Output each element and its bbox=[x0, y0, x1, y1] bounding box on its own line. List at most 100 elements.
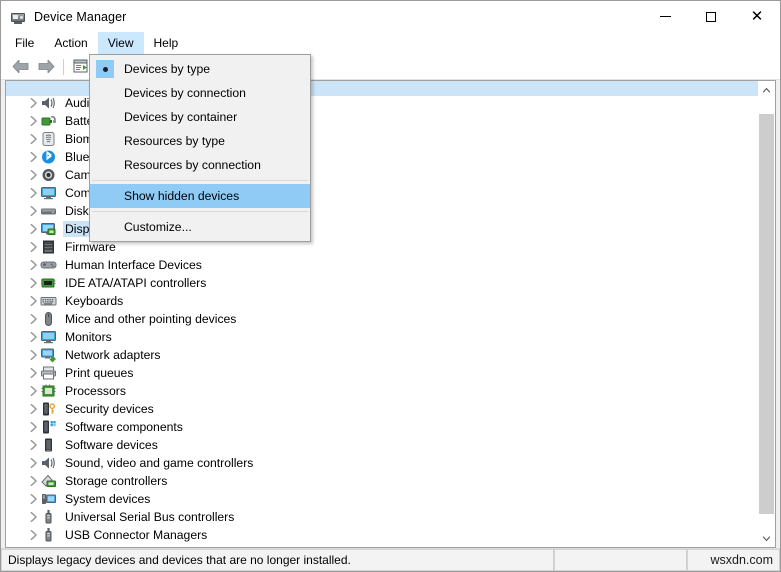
view-menu-item[interactable]: Devices by type bbox=[90, 57, 310, 81]
tree-row-label: Network adapters bbox=[63, 347, 163, 363]
menu-view[interactable]: View bbox=[98, 32, 144, 54]
chevron-right-icon[interactable] bbox=[26, 508, 40, 526]
maximize-button[interactable] bbox=[688, 1, 734, 32]
usb-icon bbox=[40, 527, 57, 543]
status-bar: Displays legacy devices and devices that… bbox=[1, 548, 780, 571]
view-menu-item[interactable]: Show hidden devices bbox=[90, 184, 310, 208]
menu-separator bbox=[92, 211, 308, 212]
vertical-scrollbar[interactable] bbox=[758, 81, 775, 547]
chevron-right-icon[interactable] bbox=[26, 526, 40, 544]
status-middle-panel bbox=[554, 549, 687, 571]
view-menu-item-label: Resources by type bbox=[124, 134, 225, 148]
tree-row[interactable]: Print queues bbox=[6, 364, 758, 382]
chevron-right-icon[interactable] bbox=[26, 472, 40, 490]
tree-row-label: Software devices bbox=[63, 437, 160, 453]
software-device-icon bbox=[40, 437, 57, 453]
mouse-icon bbox=[40, 311, 57, 327]
firmware-icon bbox=[40, 239, 57, 255]
tree-row[interactable]: Monitors bbox=[6, 328, 758, 346]
menu-help[interactable]: Help bbox=[144, 32, 189, 54]
menu-separator bbox=[92, 180, 308, 181]
chevron-right-icon[interactable] bbox=[26, 94, 40, 112]
keyboard-icon bbox=[40, 293, 57, 309]
chevron-right-icon[interactable] bbox=[26, 364, 40, 382]
view-menu-item[interactable]: Customize... bbox=[90, 215, 310, 239]
menu-action[interactable]: Action bbox=[44, 32, 97, 54]
fingerprint-icon bbox=[40, 131, 57, 147]
disk-drive-icon bbox=[40, 203, 57, 219]
menu-bar: File Action View Help bbox=[1, 32, 780, 54]
back-button[interactable] bbox=[7, 56, 33, 78]
chevron-right-icon[interactable] bbox=[26, 256, 40, 274]
tree-row-label: Human Interface Devices bbox=[63, 257, 204, 273]
tree-row[interactable]: Software components bbox=[6, 418, 758, 436]
view-menu-item[interactable]: Resources by type bbox=[90, 129, 310, 153]
chevron-right-icon[interactable] bbox=[26, 328, 40, 346]
chevron-right-icon[interactable] bbox=[26, 382, 40, 400]
network-adapter-icon bbox=[40, 347, 57, 363]
view-menu-item[interactable]: Resources by connection bbox=[90, 153, 310, 177]
tree-row[interactable]: Sound, video and game controllers bbox=[6, 454, 758, 472]
tree-row[interactable]: Human Interface Devices bbox=[6, 256, 758, 274]
scroll-up-button[interactable] bbox=[758, 81, 775, 98]
chevron-right-icon[interactable] bbox=[26, 490, 40, 508]
close-button[interactable]: ✕ bbox=[734, 1, 780, 32]
usb-icon bbox=[40, 509, 57, 525]
tree-row[interactable]: System devices bbox=[6, 490, 758, 508]
tree-row[interactable]: Keyboards bbox=[6, 292, 758, 310]
minimize-button[interactable] bbox=[642, 1, 688, 32]
menu-file[interactable]: File bbox=[5, 32, 44, 54]
tree-row-label: Security devices bbox=[63, 401, 156, 417]
back-arrow-icon bbox=[12, 60, 29, 73]
speaker-icon bbox=[40, 455, 57, 471]
chevron-right-icon[interactable] bbox=[26, 346, 40, 364]
tree-row-label: USB Connector Managers bbox=[63, 527, 209, 543]
tree-row[interactable]: Universal Serial Bus controllers bbox=[6, 508, 758, 526]
view-menu-item[interactable]: Devices by connection bbox=[90, 81, 310, 105]
chevron-right-icon[interactable] bbox=[26, 454, 40, 472]
tree-row-label: System devices bbox=[63, 491, 152, 507]
chevron-right-icon[interactable] bbox=[26, 436, 40, 454]
chevron-right-icon[interactable] bbox=[26, 274, 40, 292]
chevron-right-icon[interactable] bbox=[26, 148, 40, 166]
forward-button[interactable] bbox=[33, 56, 59, 78]
view-menu-item[interactable]: Devices by container bbox=[90, 105, 310, 129]
chevron-right-icon[interactable] bbox=[26, 130, 40, 148]
tree-row[interactable]: Network adapters bbox=[6, 346, 758, 364]
chevron-right-icon[interactable] bbox=[26, 238, 40, 256]
minimize-icon bbox=[660, 16, 671, 17]
tree-row[interactable]: Security devices bbox=[6, 400, 758, 418]
scroll-down-button[interactable] bbox=[758, 530, 775, 547]
scrollbar-track[interactable] bbox=[758, 98, 775, 530]
view-menu-item-label: Customize... bbox=[124, 220, 192, 234]
scrollbar-thumb[interactable] bbox=[759, 114, 774, 514]
chevron-right-icon[interactable] bbox=[26, 400, 40, 418]
chevron-right-icon[interactable] bbox=[26, 220, 40, 238]
tree-row[interactable]: USB Connector Managers bbox=[6, 526, 758, 544]
chevron-right-icon[interactable] bbox=[26, 184, 40, 202]
watermark-text: wsxdn.com bbox=[710, 553, 773, 567]
tree-row-label: Universal Serial Bus controllers bbox=[63, 509, 236, 525]
properties-icon bbox=[73, 59, 90, 74]
chevron-right-icon[interactable] bbox=[26, 112, 40, 130]
view-menu-item-label: Devices by connection bbox=[124, 86, 246, 100]
view-dropdown-menu[interactable]: Devices by type Devices by connection Devi… bbox=[89, 54, 311, 242]
camera-icon bbox=[40, 167, 57, 183]
tree-row[interactable]: IDE ATA/ATAPI controllers bbox=[6, 274, 758, 292]
chevron-right-icon[interactable] bbox=[26, 292, 40, 310]
speaker-icon bbox=[40, 95, 57, 111]
chevron-right-icon[interactable] bbox=[26, 310, 40, 328]
chevron-right-icon[interactable] bbox=[26, 166, 40, 184]
chevron-right-icon[interactable] bbox=[26, 202, 40, 220]
chevron-right-icon[interactable] bbox=[26, 418, 40, 436]
tree-row[interactable]: Mice and other pointing devices bbox=[6, 310, 758, 328]
status-message-panel: Displays legacy devices and devices that… bbox=[1, 549, 554, 571]
device-manager-window: Device Manager ✕ File Action View Help bbox=[0, 0, 781, 572]
tree-row[interactable]: Processors bbox=[6, 382, 758, 400]
window-title: Device Manager bbox=[34, 10, 126, 24]
toolbar-separator-1 bbox=[63, 59, 64, 75]
tree-row[interactable]: Software devices bbox=[6, 436, 758, 454]
tree-row[interactable]: Storage controllers bbox=[6, 472, 758, 490]
hid-icon bbox=[40, 257, 57, 273]
display-adapter-icon bbox=[40, 221, 57, 237]
